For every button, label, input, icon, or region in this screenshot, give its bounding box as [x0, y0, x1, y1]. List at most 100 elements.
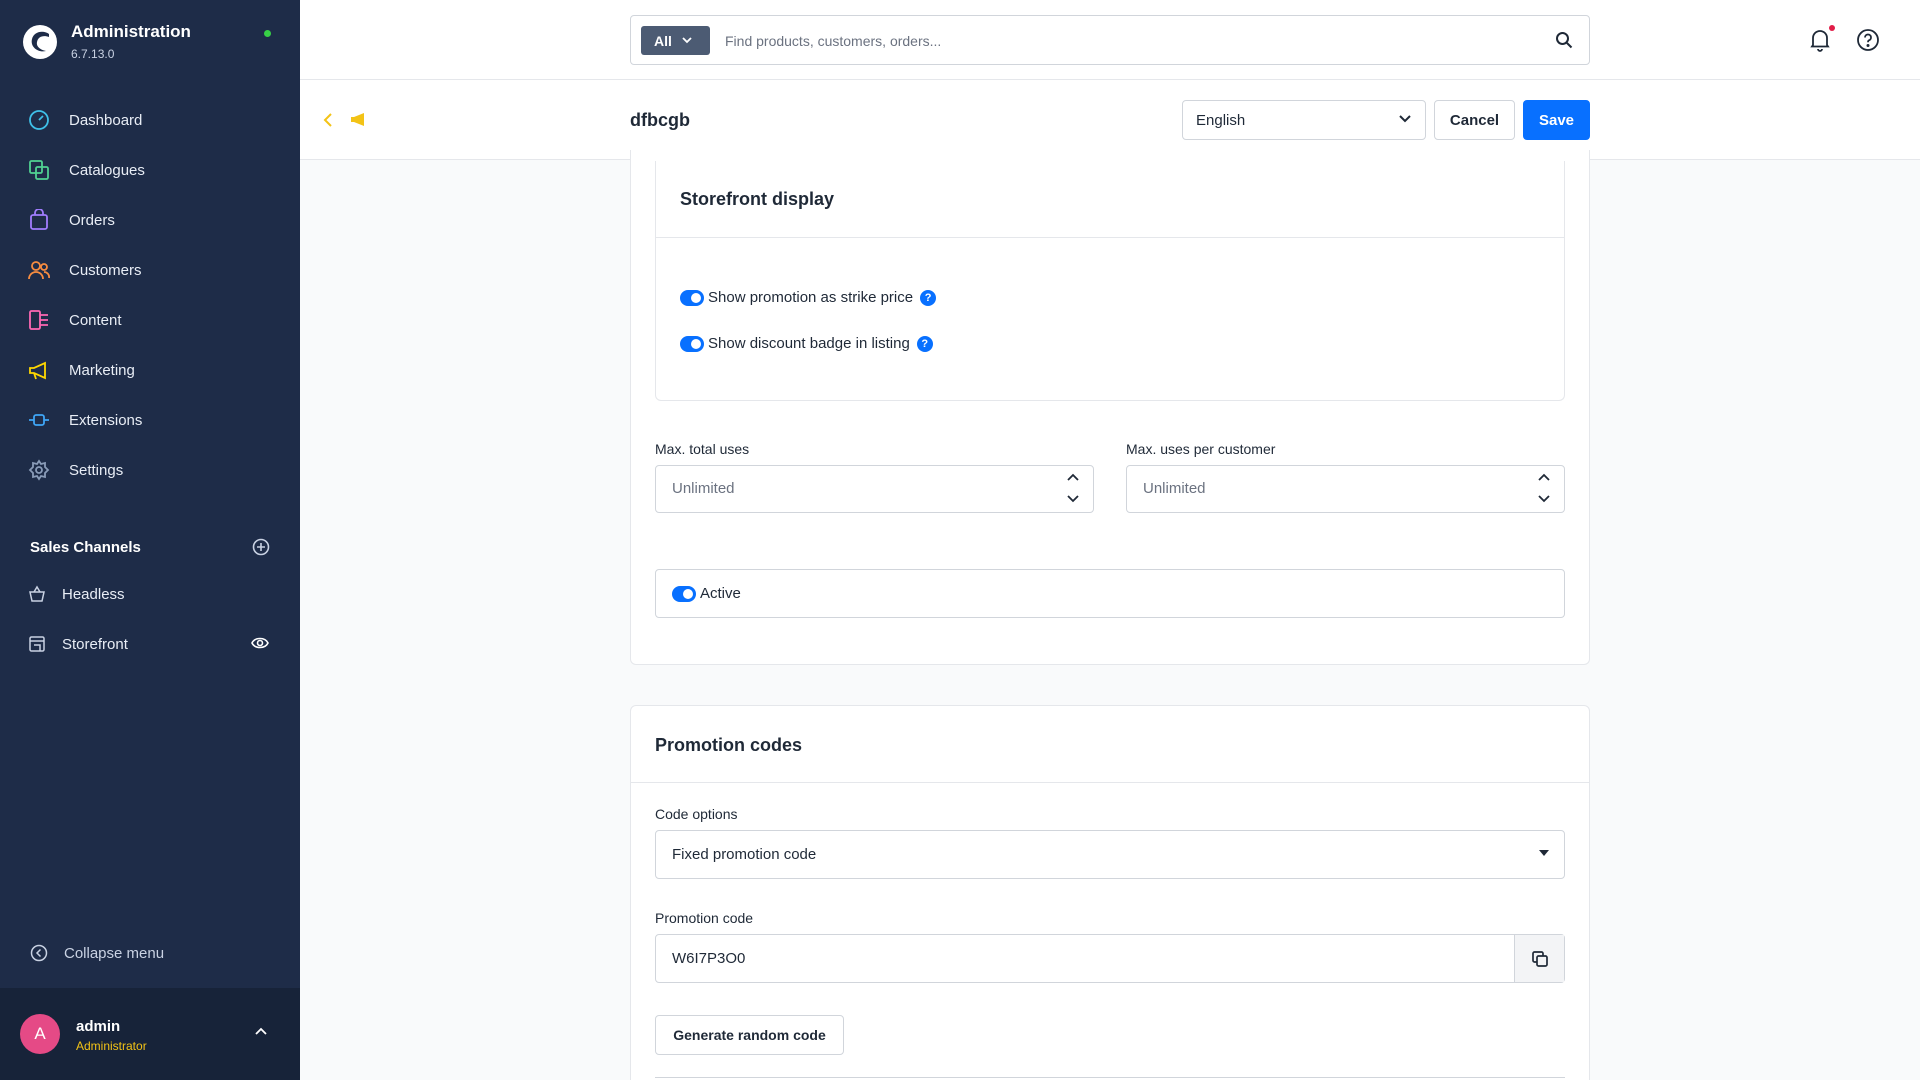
sales-channel-headless[interactable]: Headless	[28, 574, 273, 614]
copy-button[interactable]	[1514, 935, 1564, 982]
strike-price-toggle-row: Show promotion as strike price ?	[680, 289, 937, 306]
sidebar-item-label: Settings	[69, 461, 124, 479]
user-role: Administrator	[76, 1039, 147, 1053]
shopware-logo-icon	[23, 24, 57, 59]
notification-badge	[1829, 25, 1835, 31]
avatar: A	[20, 1014, 60, 1054]
chevron-up-icon[interactable]	[1067, 473, 1079, 481]
user-name: admin	[76, 1018, 121, 1035]
discount-badge-toggle[interactable]	[680, 335, 704, 352]
chevron-down-icon[interactable]	[1538, 495, 1550, 503]
code-options-value: Fixed promotion code	[672, 846, 817, 863]
smart-bar: dfbcgb English Cancel Save	[300, 80, 1920, 160]
sales-channels-title: Sales Channels	[30, 538, 141, 556]
extensions-icon	[29, 414, 49, 426]
sidebar-item-dashboard[interactable]: Dashboard	[0, 95, 300, 145]
collapse-menu-button[interactable]: Collapse menu	[30, 944, 164, 962]
divider	[656, 237, 1564, 238]
notification-bell-icon[interactable]	[1808, 28, 1832, 52]
orders-icon	[30, 209, 48, 230]
sidebar-item-orders[interactable]: Orders	[0, 195, 300, 245]
divider	[631, 782, 1589, 783]
sidebar-item-label: Customers	[69, 261, 142, 279]
brand[interactable]: Administration 6.7.13.0	[22, 22, 191, 61]
search-input[interactable]	[725, 26, 1525, 56]
page-title: dfbcgb	[630, 110, 690, 130]
help-badge-icon[interactable]: ?	[916, 335, 933, 352]
discount-badge-label: Show discount badge in listing	[708, 335, 910, 352]
cancel-button[interactable]: Cancel	[1434, 100, 1515, 140]
eye-icon[interactable]	[251, 636, 269, 650]
user-menu[interactable]: A admin Administrator	[0, 988, 300, 1080]
chevron-down-icon	[682, 37, 692, 44]
language-select[interactable]: English	[1182, 100, 1426, 140]
active-field: Active	[655, 569, 1565, 618]
strike-price-label: Show promotion as strike price	[708, 289, 914, 306]
max-uses-per-customer-label: Max. uses per customer	[1126, 441, 1276, 457]
collapse-icon	[30, 944, 48, 962]
sidebar-item-label: Dashboard	[69, 111, 143, 129]
sidebar-item-label: Orders	[69, 211, 115, 229]
dashboard-icon	[29, 110, 49, 130]
sidebar-item-marketing[interactable]: Marketing	[0, 345, 300, 395]
help-badge-icon[interactable]: ?	[920, 289, 937, 306]
storefront-display-card: Storefront display Show promotion as str…	[655, 161, 1565, 401]
basket-icon	[29, 585, 45, 602]
max-total-uses-field	[655, 465, 1094, 513]
chevron-down-icon	[1539, 850, 1549, 856]
promotion-codes-title: Promotion codes	[655, 735, 803, 755]
app-version: 6.7.13.0	[71, 47, 115, 61]
app-title: Administration	[71, 22, 191, 41]
search-type-label: All	[654, 32, 672, 49]
max-uses-per-customer-field	[1126, 465, 1565, 513]
sales-channels-header: Sales Channels	[30, 538, 270, 556]
active-toggle-row: Active	[672, 585, 741, 602]
chevron-up-icon[interactable]	[1538, 473, 1550, 481]
promotion-code-field	[655, 934, 1565, 983]
code-options-label: Code options	[655, 806, 738, 822]
chevron-up-icon[interactable]	[254, 1026, 268, 1036]
storefront-display-title: Storefront display	[680, 189, 835, 209]
promotion-code-input[interactable]	[672, 950, 1472, 967]
sales-channel-label: Headless	[62, 585, 125, 603]
max-total-uses-label: Max. total uses	[655, 441, 750, 457]
sidebar-item-label: Extensions	[69, 411, 143, 429]
help-icon[interactable]	[1856, 28, 1880, 52]
generate-random-code-button[interactable]: Generate random code	[655, 1015, 844, 1055]
chevron-down-icon[interactable]	[1067, 495, 1079, 503]
sales-channel-storefront[interactable]: Storefront	[28, 624, 273, 664]
content-icon	[29, 310, 48, 330]
sidebar-item-settings[interactable]: Settings	[0, 445, 300, 495]
online-status-dot	[264, 30, 271, 37]
sidebar: Administration 6.7.13.0 Dashboard Catalo…	[0, 0, 300, 1080]
strike-price-toggle[interactable]	[680, 289, 704, 306]
sidebar-item-label: Marketing	[69, 361, 135, 379]
add-sales-channel-icon[interactable]	[252, 538, 270, 556]
save-button[interactable]: Save	[1523, 100, 1590, 140]
settings-icon	[28, 459, 50, 481]
sidebar-item-catalogues[interactable]: Catalogues	[0, 145, 300, 195]
search-icon[interactable]	[1555, 31, 1573, 49]
copy-icon	[1531, 950, 1548, 967]
search-type-select[interactable]: All	[641, 26, 710, 55]
promotion-code-label: Promotion code	[655, 910, 754, 926]
collapse-menu-label: Collapse menu	[64, 944, 165, 962]
sidebar-item-label: Catalogues	[69, 161, 145, 179]
catalogues-icon	[29, 160, 49, 180]
marketing-icon	[29, 361, 46, 380]
main-nav: Dashboard Catalogues Orders Customers Co…	[0, 95, 300, 495]
max-total-uses-input[interactable]	[672, 480, 1032, 497]
sidebar-item-customers[interactable]: Customers	[0, 245, 300, 295]
sidebar-item-label: Content	[69, 311, 122, 329]
active-label: Active	[700, 585, 741, 602]
top-bar: All	[300, 0, 1920, 80]
code-options-select[interactable]: Fixed promotion code	[655, 830, 1565, 879]
back-arrow-icon[interactable]	[322, 112, 334, 128]
customers-icon	[28, 261, 50, 280]
marketing-icon	[351, 113, 364, 126]
sidebar-item-content[interactable]: Content	[0, 295, 300, 345]
active-toggle[interactable]	[672, 585, 696, 602]
discount-badge-toggle-row: Show discount badge in listing ?	[680, 335, 933, 352]
sidebar-item-extensions[interactable]: Extensions	[0, 395, 300, 445]
max-uses-per-customer-input[interactable]	[1143, 480, 1503, 497]
